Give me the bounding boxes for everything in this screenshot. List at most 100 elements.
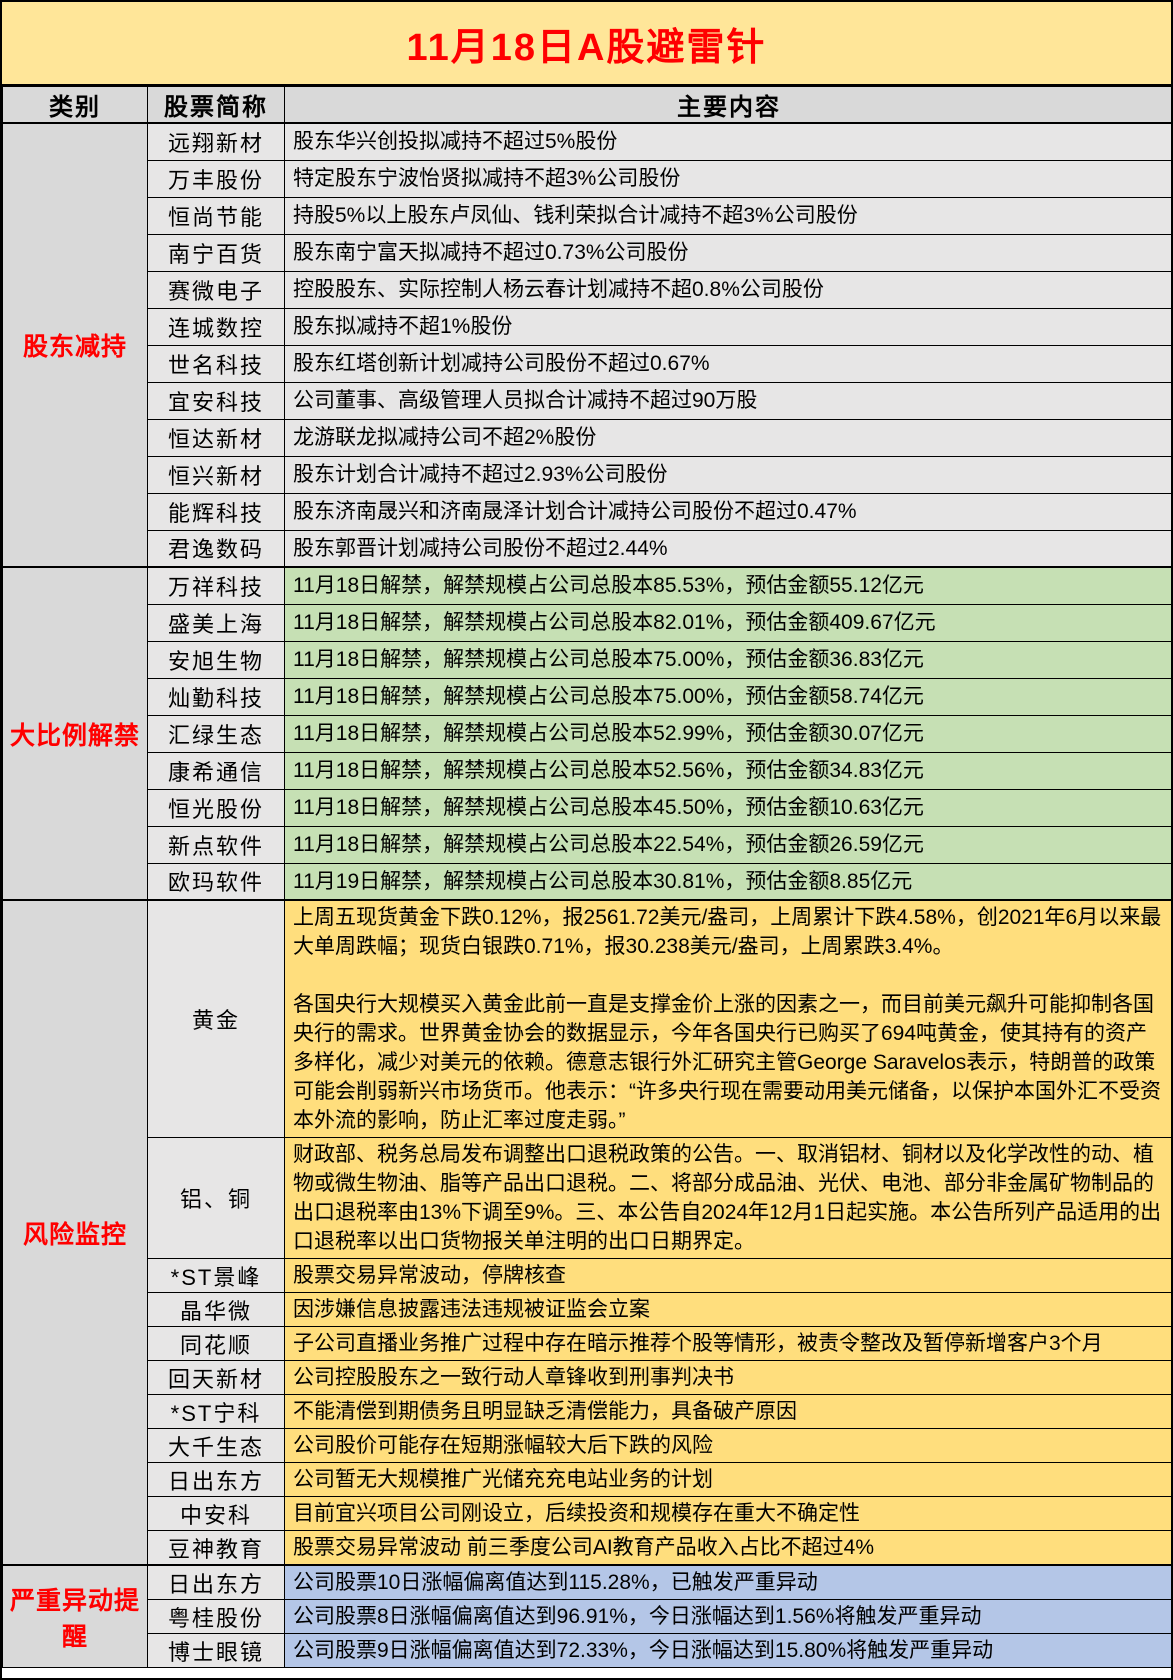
stock-name-cell: *ST宁科: [148, 1395, 285, 1429]
stock-name-cell: 世名科技: [148, 345, 285, 382]
stock-name-cell: 粤桂股份: [148, 1600, 285, 1634]
stock-name-cell: 万丰股份: [148, 160, 285, 197]
table-row: 欧玛软件11月19日解禁，解禁规模占公司总股本30.81%，预估金额8.85亿元: [3, 863, 1173, 900]
content-cell: 公司股价可能存在短期涨幅较大后下跌的风险: [285, 1429, 1173, 1463]
table-row: 同花顺子公司直播业务推广过程中存在暗示推荐个股等情形，被责令整改及暂停新增客户3…: [3, 1327, 1173, 1361]
table-row: 博士眼镜公司股票9日涨幅偏离值达到72.33%，今日涨幅达到15.80%将触发严…: [3, 1634, 1173, 1668]
table-row: 灿勤科技11月18日解禁，解禁规模占公司总股本75.00%，预估金额58.74亿…: [3, 678, 1173, 715]
stock-name-cell: 君逸数码: [148, 530, 285, 567]
category-cell: 大比例解禁: [3, 567, 148, 900]
table-row: 连城数控股东拟减持不超1%股份: [3, 308, 1173, 345]
table-row: 粤桂股份公司股票8日涨幅偏离值达到96.91%，今日涨幅达到1.56%将触发严重…: [3, 1600, 1173, 1634]
content-cell: 11月19日解禁，解禁规模占公司总股本30.81%，预估金额8.85亿元: [285, 863, 1173, 900]
stock-name-cell: 万祥科技: [148, 567, 285, 604]
content-cell: 股东计划合计减持不超过2.93%公司股份: [285, 456, 1173, 493]
table-row: 汇绿生态11月18日解禁，解禁规模占公司总股本52.99%，预估金额30.07亿…: [3, 715, 1173, 752]
content-cell: 股东华兴创投拟减持不超过5%股份: [285, 123, 1173, 160]
stock-name-cell: 恒尚节能: [148, 197, 285, 234]
table-row: 康希通信11月18日解禁，解禁规模占公司总股本52.56%，预估金额34.83亿…: [3, 752, 1173, 789]
content-cell: 11月18日解禁，解禁规模占公司总股本85.53%，预估金额55.12亿元: [285, 567, 1173, 604]
page-title: 11月18日A股避雷针: [2, 2, 1171, 86]
table-row: 大千生态公司股价可能存在短期涨幅较大后下跌的风险: [3, 1429, 1173, 1463]
column-header-category: 类别: [3, 87, 148, 124]
stock-name-cell: 黄金: [148, 900, 285, 1138]
table-row: 恒兴新材股东计划合计减持不超过2.93%公司股份: [3, 456, 1173, 493]
table-row: 恒尚节能持股5%以上股东卢凤仙、钱利荣拟合计减持不超3%公司股份: [3, 197, 1173, 234]
content-cell: 11月18日解禁，解禁规模占公司总股本75.00%，预估金额36.83亿元: [285, 641, 1173, 678]
category-cell: 风险监控: [3, 900, 148, 1565]
stock-name-cell: 恒达新材: [148, 419, 285, 456]
content-cell: 11月18日解禁，解禁规模占公司总股本52.56%，预估金额34.83亿元: [285, 752, 1173, 789]
stock-name-cell: 日出东方: [148, 1565, 285, 1600]
table-row: 大比例解禁万祥科技11月18日解禁，解禁规模占公司总股本85.53%，预估金额5…: [3, 567, 1173, 604]
table-row: 新点软件11月18日解禁，解禁规模占公司总股本22.54%，预估金额26.59亿…: [3, 826, 1173, 863]
content-cell: 股东南宁富天拟减持不超过0.73%公司股份: [285, 234, 1173, 271]
table-row: 君逸数码股东郭晋计划减持公司股份不超过2.44%: [3, 530, 1173, 567]
content-cell: 公司暂无大规模推广光储充充电站业务的计划: [285, 1463, 1173, 1497]
stock-name-cell: *ST景峰: [148, 1259, 285, 1293]
content-cell: 股东郭晋计划减持公司股份不超过2.44%: [285, 530, 1173, 567]
stock-name-cell: 中安科: [148, 1497, 285, 1531]
content-cell: 11月18日解禁，解禁规模占公司总股本82.01%，预估金额409.67亿元: [285, 604, 1173, 641]
table-row: 豆神教育股票交易异常波动 前三季度公司AI教育产品收入占比不超过4%: [3, 1531, 1173, 1566]
table-row: 铝、铜财政部、税务总局发布调整出口退税政策的公告。一、取消铝材、铜材以及化学改性…: [3, 1138, 1173, 1259]
content-cell: 公司董事、高级管理人员拟合计减持不超过90万股: [285, 382, 1173, 419]
stock-name-cell: 同花顺: [148, 1327, 285, 1361]
table-row: *ST景峰股票交易异常波动，停牌核查: [3, 1259, 1173, 1293]
stock-name-cell: 灿勤科技: [148, 678, 285, 715]
content-cell: 公司股票10日涨幅偏离值达到115.28%，已触发严重异动: [285, 1565, 1173, 1600]
content-cell: 公司股票9日涨幅偏离值达到72.33%，今日涨幅达到15.80%将触发严重异动: [285, 1634, 1173, 1668]
stock-risk-alert-table: 11月18日A股避雷针 类别 股票简称 主要内容 股东减持远翔新材股东华兴创投拟…: [0, 0, 1173, 1680]
table-row: 股东减持远翔新材股东华兴创投拟减持不超过5%股份: [3, 123, 1173, 160]
stock-name-cell: 安旭生物: [148, 641, 285, 678]
table-row: 世名科技股东红塔创新计划减持公司股份不超过0.67%: [3, 345, 1173, 382]
header-row: 类别 股票简称 主要内容: [3, 87, 1173, 124]
content-cell: 目前宜兴项目公司刚设立，后续投资和规模存在重大不确定性: [285, 1497, 1173, 1531]
column-header-stock: 股票简称: [148, 87, 285, 124]
stock-name-cell: 盛美上海: [148, 604, 285, 641]
stock-name-cell: 汇绿生态: [148, 715, 285, 752]
content-cell: 11月18日解禁，解禁规模占公司总股本52.99%，预估金额30.07亿元: [285, 715, 1173, 752]
stock-name-cell: 日出东方: [148, 1463, 285, 1497]
table-row: 宜安科技公司董事、高级管理人员拟合计减持不超过90万股: [3, 382, 1173, 419]
table-row: 盛美上海11月18日解禁，解禁规模占公司总股本82.01%，预估金额409.67…: [3, 604, 1173, 641]
table-row: 回天新材公司控股股东之一致行动人章锋收到刑事判决书: [3, 1361, 1173, 1395]
content-cell: 不能清偿到期债务且明显缺乏清偿能力，具备破产原因: [285, 1395, 1173, 1429]
content-cell: 11月18日解禁，解禁规模占公司总股本45.50%，预估金额10.63亿元: [285, 789, 1173, 826]
content-cell: 财政部、税务总局发布调整出口退税政策的公告。一、取消铝材、铜材以及化学改性的动、…: [285, 1138, 1173, 1259]
content-cell: 子公司直播业务推广过程中存在暗示推荐个股等情形，被责令整改及暂停新增客户3个月: [285, 1327, 1173, 1361]
table-row: 恒达新材龙游联龙拟减持公司不超2%股份: [3, 419, 1173, 456]
table-row: 严重异动提醒日出东方公司股票10日涨幅偏离值达到115.28%，已触发严重异动: [3, 1565, 1173, 1600]
table-row: 日出东方公司暂无大规模推广光储充充电站业务的计划: [3, 1463, 1173, 1497]
stock-name-cell: 连城数控: [148, 308, 285, 345]
stock-name-cell: 宜安科技: [148, 382, 285, 419]
table-row: 能辉科技股东济南晟兴和济南晟泽计划合计减持公司股份不超过0.47%: [3, 493, 1173, 530]
stock-name-cell: 新点软件: [148, 826, 285, 863]
table-row: 万丰股份特定股东宁波怡贤拟减持不超3%公司股份: [3, 160, 1173, 197]
category-cell: 股东减持: [3, 123, 148, 567]
stock-name-cell: 博士眼镜: [148, 1634, 285, 1668]
stock-name-cell: 大千生态: [148, 1429, 285, 1463]
content-cell: 龙游联龙拟减持公司不超2%股份: [285, 419, 1173, 456]
content-cell: 11月18日解禁，解禁规模占公司总股本22.54%，预估金额26.59亿元: [285, 826, 1173, 863]
risk-table: 类别 股票简称 主要内容 股东减持远翔新材股东华兴创投拟减持不超过5%股份万丰股…: [2, 86, 1173, 1668]
content-cell: 股票交易异常波动，停牌核查: [285, 1259, 1173, 1293]
content-cell: 因涉嫌信息披露违法违规被证监会立案: [285, 1293, 1173, 1327]
stock-name-cell: 南宁百货: [148, 234, 285, 271]
stock-name-cell: 康希通信: [148, 752, 285, 789]
table-row: 晶华微因涉嫌信息披露违法违规被证监会立案: [3, 1293, 1173, 1327]
content-cell: 股东济南晟兴和济南晟泽计划合计减持公司股份不超过0.47%: [285, 493, 1173, 530]
content-cell: 上周五现货黄金下跌0.12%，报2561.72美元/盎司，上周累计下跌4.58%…: [285, 900, 1173, 1138]
table-row: 风险监控黄金上周五现货黄金下跌0.12%，报2561.72美元/盎司，上周累计下…: [3, 900, 1173, 1138]
stock-name-cell: 远翔新材: [148, 123, 285, 160]
table-row: 赛微电子控股股东、实际控制人杨云春计划减持不超0.8%公司股份: [3, 271, 1173, 308]
stock-name-cell: 恒兴新材: [148, 456, 285, 493]
stock-name-cell: 晶华微: [148, 1293, 285, 1327]
content-cell: 股东拟减持不超1%股份: [285, 308, 1173, 345]
table-row: 中安科目前宜兴项目公司刚设立，后续投资和规模存在重大不确定性: [3, 1497, 1173, 1531]
category-cell: 严重异动提醒: [3, 1565, 148, 1668]
table-row: *ST宁科不能清偿到期债务且明显缺乏清偿能力，具备破产原因: [3, 1395, 1173, 1429]
content-cell: 股票交易异常波动 前三季度公司AI教育产品收入占比不超过4%: [285, 1531, 1173, 1566]
content-cell: 11月18日解禁，解禁规模占公司总股本75.00%，预估金额58.74亿元: [285, 678, 1173, 715]
table-row: 恒光股份11月18日解禁，解禁规模占公司总股本45.50%，预估金额10.63亿…: [3, 789, 1173, 826]
